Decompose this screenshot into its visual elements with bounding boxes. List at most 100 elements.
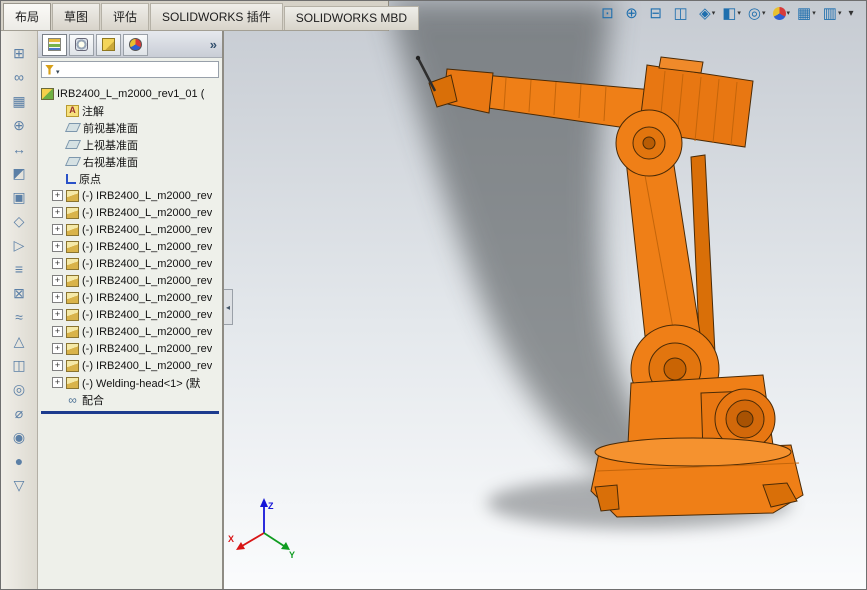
assembly-tool-button[interactable]: ↔ — [6, 139, 32, 159]
tree-item[interactable]: 右视基准面 — [38, 153, 222, 170]
assembly-tool-button[interactable]: ≡ — [6, 259, 32, 279]
assembly-tool-icon: ⊞ — [13, 45, 25, 61]
view-tool-button[interactable]: ▥ — [823, 6, 842, 21]
tree-item[interactable]: 注解 — [38, 102, 222, 119]
expand-plus-icon[interactable] — [52, 309, 63, 320]
assembly-tool-button[interactable]: ◇ — [6, 211, 32, 231]
tree-item[interactable]: (-) IRB2400_L_m2000_rev — [38, 289, 222, 306]
chevron-down-icon[interactable] — [812, 10, 816, 17]
expand-plus-icon[interactable] — [52, 224, 63, 235]
tree-item-icon — [66, 342, 79, 355]
panel-tab[interactable] — [69, 33, 94, 56]
tree-item-label: IRB2400_L_m2000_rev1_01 ( — [57, 87, 205, 100]
filter-funnel-icon — [45, 64, 54, 75]
view-tool-button[interactable]: ◫ — [673, 6, 692, 21]
panel-tab[interactable] — [96, 33, 121, 56]
assembly-tool-icon: ◉ — [12, 429, 26, 445]
filter-input[interactable] — [61, 62, 215, 77]
expand-plus-icon[interactable] — [52, 275, 63, 286]
chevron-down-icon[interactable] — [787, 10, 791, 17]
view-tool-button[interactable]: ● — [772, 7, 791, 20]
tree-item-label: (-) IRB2400_L_m2000_rev — [82, 274, 213, 287]
tree-item[interactable]: (-) IRB2400_L_m2000_rev — [38, 272, 222, 289]
assembly-tool-button[interactable]: ▣ — [6, 187, 32, 207]
triad-y-label: Y — [289, 550, 295, 560]
assembly-tool-button[interactable]: ⊕ — [6, 115, 32, 135]
view-tool-button[interactable]: ◧ — [722, 6, 741, 21]
view-tool-button[interactable]: ▾ — [848, 8, 858, 19]
chevron-down-icon[interactable] — [737, 10, 741, 17]
tree-item-icon — [64, 140, 82, 149]
command-tab[interactable]: SOLIDWORKS 插件 — [150, 3, 283, 30]
assembly-tool-button[interactable]: ● — [6, 451, 32, 471]
view-tool-button[interactable]: ⊡ — [601, 6, 618, 21]
assembly-tool-icon: ▦ — [12, 93, 26, 109]
tree-item[interactable]: (-) IRB2400_L_m2000_rev — [38, 340, 222, 357]
filter-box[interactable] — [41, 61, 219, 78]
expand-plus-icon[interactable] — [52, 326, 63, 337]
tree-item[interactable]: (-) IRB2400_L_m2000_rev — [38, 357, 222, 374]
view-tool-button[interactable]: ⊟ — [649, 6, 666, 21]
chevron-down-icon[interactable] — [712, 10, 716, 17]
expand-plus-icon[interactable] — [52, 360, 63, 371]
expand-plus-icon[interactable] — [52, 190, 63, 201]
expand-plus-icon[interactable] — [52, 292, 63, 303]
tree-item[interactable]: (-) IRB2400_L_m2000_rev — [38, 204, 222, 221]
view-tool-icon: ◎ — [747, 5, 762, 22]
tree-item[interactable]: (-) IRB2400_L_m2000_rev — [38, 238, 222, 255]
view-tool-button[interactable]: ⊕ — [625, 6, 642, 21]
command-tab[interactable]: 草图 — [52, 3, 101, 30]
panel-tab[interactable] — [42, 33, 67, 56]
expand-plus-icon[interactable] — [52, 207, 63, 218]
panel-collapse-arrow[interactable] — [224, 289, 233, 325]
tree-item[interactable]: (-) IRB2400_L_m2000_rev — [38, 306, 222, 323]
tree-item[interactable]: (-) IRB2400_L_m2000_rev — [38, 323, 222, 340]
expand-plus-icon[interactable] — [52, 258, 63, 269]
assembly-tool-icon: ▷ — [13, 237, 25, 253]
assembly-tool-icon: ▣ — [12, 189, 26, 205]
tree-item-label: 注解 — [82, 105, 104, 118]
command-tab[interactable]: 评估 — [101, 3, 150, 30]
tree-item[interactable]: (-) Welding-head<1> (默 — [38, 374, 222, 391]
command-tab[interactable]: SOLIDWORKS MBD — [283, 6, 420, 30]
tree-item[interactable]: 原点 — [38, 170, 222, 187]
tree-item[interactable]: 前视基准面 — [38, 119, 222, 136]
view-tool-button[interactable]: ◈ — [699, 6, 715, 21]
assembly-tool-button[interactable]: ◩ — [6, 163, 32, 183]
tree-item[interactable]: 配合 — [38, 391, 222, 408]
tree-item[interactable]: (-) IRB2400_L_m2000_rev — [38, 255, 222, 272]
view-tool-button[interactable]: ◎ — [748, 6, 766, 21]
view-tool-icon: ▦ — [797, 5, 812, 22]
assembly-tool-button[interactable]: ▽ — [6, 475, 32, 495]
assembly-tool-button[interactable]: ⌀ — [6, 403, 32, 423]
assembly-tool-button[interactable]: ◉ — [6, 427, 32, 447]
assembly-tool-button[interactable]: ∞ — [6, 67, 32, 87]
tree-item[interactable]: IRB2400_L_m2000_rev1_01 ( — [38, 85, 222, 102]
assembly-tool-button[interactable]: △ — [6, 331, 32, 351]
chevron-down-icon[interactable] — [762, 10, 766, 17]
rollback-bar[interactable] — [41, 411, 219, 414]
filter-caret-icon[interactable] — [56, 62, 60, 78]
chevron-down-icon[interactable] — [838, 10, 842, 17]
expand-plus-icon[interactable] — [52, 343, 63, 354]
view-tool-button[interactable]: ▦ — [797, 6, 816, 21]
assembly-tool-button[interactable]: ⊞ — [6, 43, 32, 63]
tree-item[interactable]: 上视基准面 — [38, 136, 222, 153]
command-tab[interactable]: 布局 — [3, 3, 52, 30]
panel-tab[interactable] — [123, 33, 148, 56]
expand-plus-icon[interactable] — [52, 377, 63, 388]
assembly-tool-button[interactable]: ◎ — [6, 379, 32, 399]
panel-more-button[interactable]: » — [210, 37, 217, 52]
tree-item-label: (-) IRB2400_L_m2000_rev — [82, 240, 213, 253]
tree-item-icon — [66, 104, 79, 117]
heads-up-view-toolbar: ⊡ ⊕ ⊟ ◫ ◈ ◧ ◎ ● — [601, 6, 858, 21]
expand-plus-icon[interactable] — [52, 241, 63, 252]
assembly-tool-button[interactable]: ▦ — [6, 91, 32, 111]
assembly-tool-button[interactable]: ≈ — [6, 307, 32, 327]
assembly-tool-button[interactable]: ▷ — [6, 235, 32, 255]
tree-item[interactable]: (-) IRB2400_L_m2000_rev — [38, 187, 222, 204]
tree-item-icon — [66, 274, 79, 287]
assembly-tool-button[interactable]: ⊠ — [6, 283, 32, 303]
tree-item[interactable]: (-) IRB2400_L_m2000_rev — [38, 221, 222, 238]
assembly-tool-button[interactable]: ◫ — [6, 355, 32, 375]
